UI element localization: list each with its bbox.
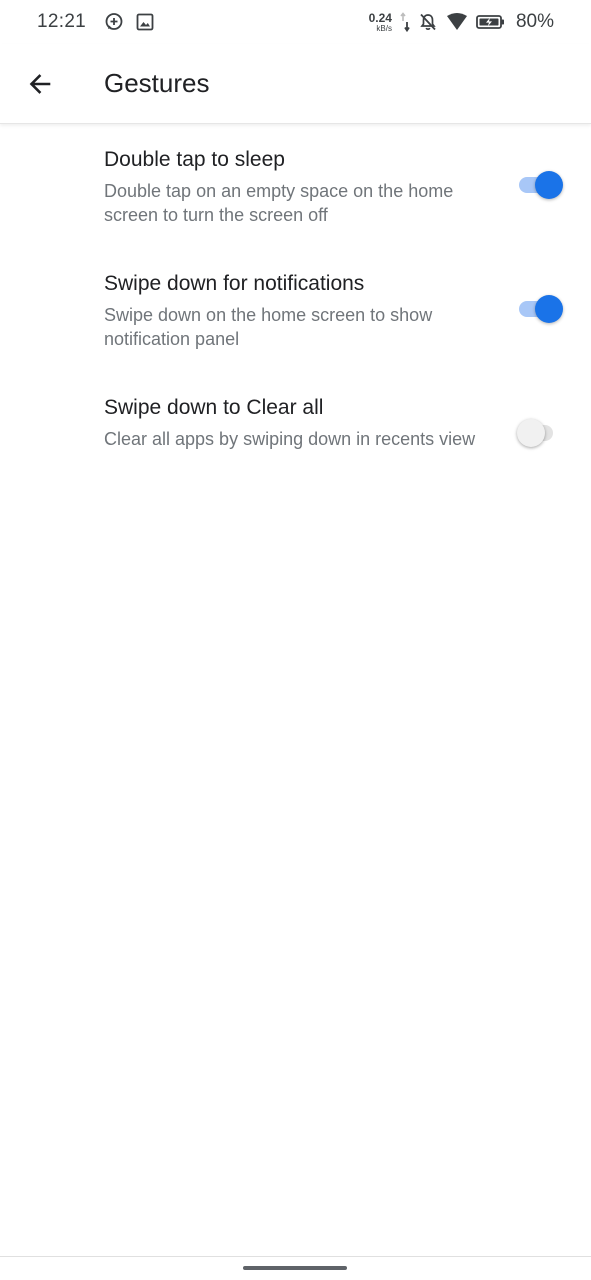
setting-double-tap-to-sleep[interactable]: Double tap to sleep Double tap on an emp… bbox=[0, 125, 591, 249]
toggle-thumb bbox=[535, 295, 563, 323]
page-title: Gestures bbox=[104, 68, 210, 98]
setting-summary: Swipe down on the home screen to show no… bbox=[104, 305, 433, 349]
image-icon bbox=[136, 13, 154, 31]
back-button[interactable] bbox=[12, 56, 68, 112]
setting-summary: Clear all apps by swiping down in recent… bbox=[104, 429, 476, 449]
setting-title: Double tap to sleep bbox=[104, 148, 285, 171]
battery-charging-icon bbox=[476, 14, 506, 30]
bell-off-icon bbox=[418, 12, 438, 32]
arrow-back-icon bbox=[27, 71, 53, 97]
swipe-down-notifications-toggle[interactable] bbox=[517, 294, 563, 324]
setting-title: Swipe down to Clear all bbox=[104, 396, 324, 419]
home-gesture-handle[interactable] bbox=[243, 1266, 347, 1270]
toggle-thumb bbox=[517, 419, 545, 447]
status-bar: 12:21 0.24 kB/s 80% bbox=[0, 0, 591, 44]
settings-list: Double tap to sleep Double tap on an emp… bbox=[0, 125, 591, 494]
toggle-thumb bbox=[535, 171, 563, 199]
network-arrows-icon bbox=[400, 12, 410, 32]
status-system-icons: 0.24 kB/s 80% bbox=[369, 11, 554, 33]
whatsapp-icon bbox=[104, 12, 124, 32]
double-tap-to-sleep-toggle[interactable] bbox=[517, 170, 563, 200]
status-notification-icons bbox=[104, 12, 154, 32]
setting-text: Swipe down to Clear all Clear all apps b… bbox=[104, 394, 517, 451]
setting-text: Double tap to sleep Double tap on an emp… bbox=[104, 146, 517, 227]
setting-swipe-down-clear-all[interactable]: Swipe down to Clear all Clear all apps b… bbox=[0, 373, 591, 494]
network-speed-unit: kB/s bbox=[376, 23, 392, 33]
status-time: 12:21 bbox=[37, 11, 87, 32]
setting-title: Swipe down for notifications bbox=[104, 272, 365, 295]
wifi-icon bbox=[446, 12, 468, 32]
setting-swipe-down-notifications[interactable]: Swipe down for notifications Swipe down … bbox=[0, 249, 591, 373]
swipe-down-clear-all-toggle[interactable] bbox=[517, 418, 563, 448]
setting-text: Swipe down for notifications Swipe down … bbox=[104, 270, 517, 351]
screen: 12:21 0.24 kB/s 80% Gestures Double tap … bbox=[0, 0, 591, 1280]
navigation-bar bbox=[0, 1256, 591, 1280]
app-bar: Gestures bbox=[0, 44, 591, 124]
network-speed-value: 0.24 bbox=[368, 10, 392, 25]
setting-summary: Double tap on an empty space on the home… bbox=[104, 181, 454, 225]
network-speed: 0.24 kB/s bbox=[369, 12, 392, 33]
battery-percent: 80% bbox=[515, 11, 554, 32]
